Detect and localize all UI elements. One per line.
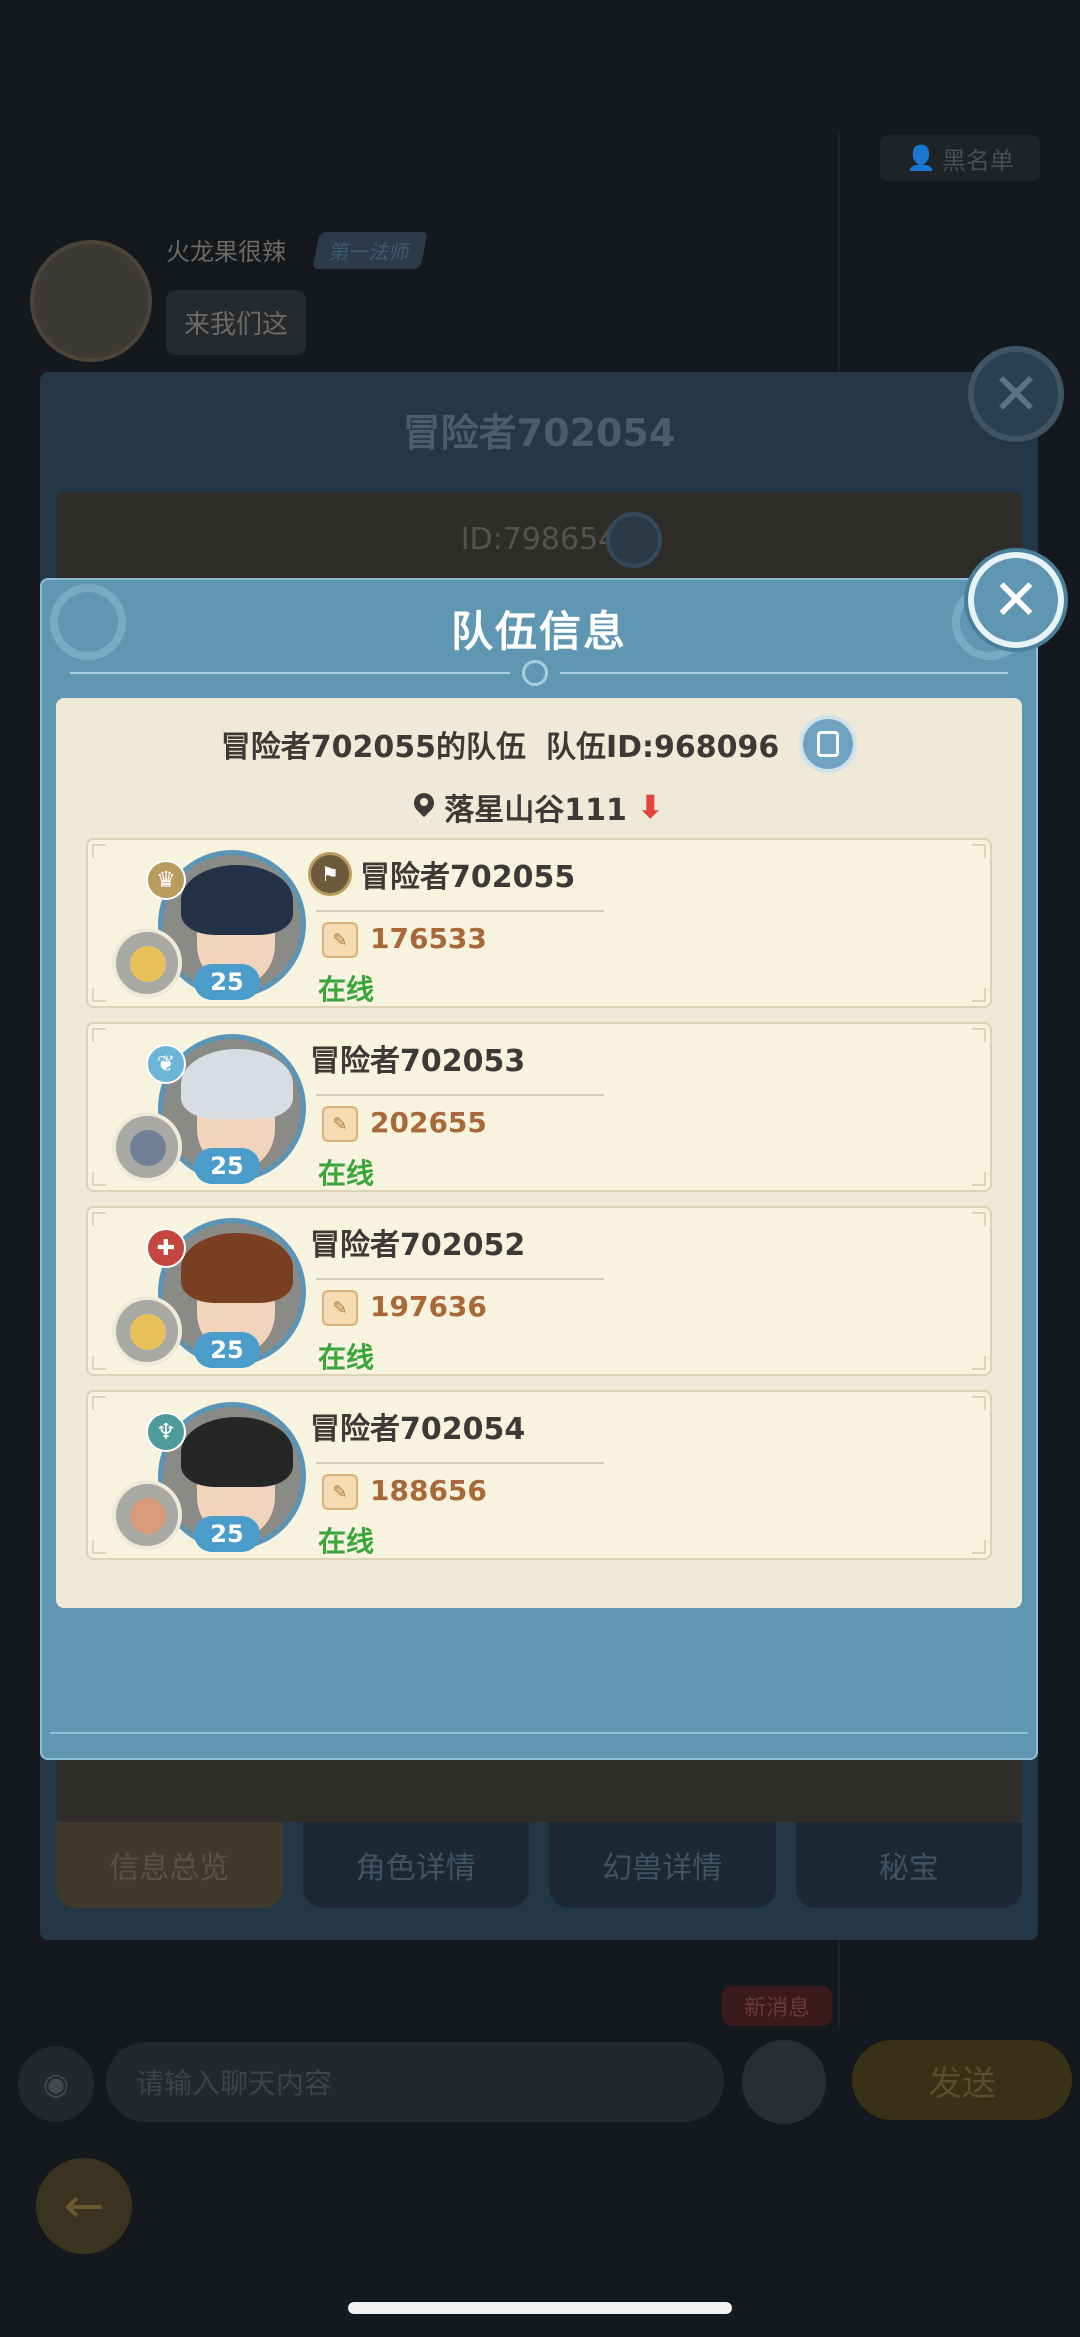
chat-sender-name: 火龙果很辣 xyxy=(166,238,286,266)
level-badge: 25 xyxy=(194,964,260,1000)
new-message-badge[interactable]: 新消息 xyxy=(722,1986,832,2026)
corner-decoration xyxy=(972,1540,986,1554)
blacklist-button[interactable]: 👤 黑名单 xyxy=(880,135,1040,181)
member-power: 202655 xyxy=(370,1106,487,1139)
modal-title: 队伍信息 xyxy=(450,607,627,656)
member-name: 冒险者702055 xyxy=(360,860,576,895)
power-icon: ✎ xyxy=(322,1290,358,1326)
pet-avatar xyxy=(112,1480,182,1550)
team-id: 队伍ID:968096 xyxy=(545,730,780,765)
send-button[interactable]: 发送 xyxy=(852,2040,1072,2120)
member-name: 冒险者702053 xyxy=(310,1044,526,1079)
corner-decoration xyxy=(92,844,106,858)
chat-input[interactable]: 请输入聊天内容 xyxy=(106,2042,724,2122)
corner-decoration xyxy=(92,988,106,1002)
member-status: 在线 xyxy=(318,1525,375,1558)
corner-decoration xyxy=(972,844,986,858)
member-row[interactable]: ❦ 25 冒险者702053 ✎ 202655 在线 xyxy=(86,1022,992,1192)
corner-decoration xyxy=(972,1212,986,1226)
location-pin-icon xyxy=(414,793,434,821)
pet-avatar xyxy=(112,1296,182,1366)
title-divider xyxy=(560,672,1008,674)
location-name: 落星山谷111 xyxy=(444,793,627,828)
corner-decoration xyxy=(972,988,986,1002)
copy-id-icon[interactable] xyxy=(606,512,662,568)
player-panel-tabs: 信息总览 角色详情 幻兽详情 秘宝 xyxy=(56,1822,1022,1912)
team-card: 冒险者702055的队伍 队伍ID:968096 落星山谷111 ⬇ ♛ 25 ⚑ 冒… xyxy=(56,698,1022,1608)
user-icon: 👤 xyxy=(906,144,936,172)
member-row[interactable]: ✚ 25 冒险者702052 ✎ 197636 在线 xyxy=(86,1206,992,1376)
member-power: 188656 xyxy=(370,1474,487,1507)
chat-sender-tag: 第一法师 xyxy=(312,232,428,269)
corner-decoration xyxy=(92,1356,106,1370)
pet-avatar xyxy=(112,928,182,998)
member-divider xyxy=(316,1462,604,1464)
chat-message: 来我们这 xyxy=(166,290,307,355)
corner-decoration xyxy=(972,1356,986,1370)
power-icon: ✎ xyxy=(322,922,358,958)
class-icon: ❦ xyxy=(146,1044,186,1084)
corner-decoration xyxy=(972,1172,986,1186)
member-power: 176533 xyxy=(370,922,487,955)
pet-avatar xyxy=(112,1112,182,1182)
tab-treasure[interactable]: 秘宝 xyxy=(795,1822,1022,1908)
member-row[interactable]: ♛ 25 ⚑ 冒险者702055 ✎ 176533 在线 xyxy=(86,838,992,1008)
corner-decoration xyxy=(92,1028,106,1042)
member-name: 冒险者702052 xyxy=(310,1228,526,1263)
tab-overview[interactable]: 信息总览 xyxy=(56,1822,283,1908)
close-icon[interactable]: ✕ xyxy=(968,346,1064,442)
team-header: 冒险者702055的队伍 队伍ID:968096 xyxy=(56,714,1022,774)
emoji-icon[interactable] xyxy=(742,2040,826,2124)
class-icon: ♛ xyxy=(146,860,186,900)
power-icon: ✎ xyxy=(322,1106,358,1142)
player-panel-title: 冒险者702054 xyxy=(402,411,676,455)
gear-icon xyxy=(522,660,548,686)
member-divider xyxy=(316,910,604,912)
player-id: ID:798654 xyxy=(460,522,618,557)
power-icon: ✎ xyxy=(322,1474,358,1510)
member-power: 197636 xyxy=(370,1290,487,1323)
title-divider xyxy=(70,672,510,674)
team-info-modal: 队伍信息 冒险者702055的队伍 队伍ID:968096 落星山谷111 ⬇ … xyxy=(40,578,1038,1760)
member-divider xyxy=(316,1094,604,1096)
corner-decoration xyxy=(972,1396,986,1410)
tab-character-details[interactable]: 角色详情 xyxy=(302,1822,529,1908)
corner-decoration xyxy=(92,1396,106,1410)
member-divider xyxy=(316,1278,604,1280)
corner-decoration xyxy=(92,1212,106,1226)
back-arrow-icon[interactable]: ← xyxy=(36,2158,132,2254)
member-name: 冒险者702054 xyxy=(310,1412,526,1447)
member-status: 在线 xyxy=(318,1157,375,1190)
screen: 火龙果很辣 第一法师 来我们这 👤 黑名单 冒险者702054 ID:79865… xyxy=(0,0,1080,2337)
avatar-hair xyxy=(181,1049,293,1119)
chat-avatar xyxy=(30,240,152,362)
close-icon[interactable]: ✕ xyxy=(968,552,1064,648)
corner-decoration xyxy=(92,1172,106,1186)
blacklist-label: 黑名单 xyxy=(941,146,1014,175)
voice-icon[interactable]: ◉ xyxy=(18,2046,94,2122)
tab-beast-details[interactable]: 幻兽详情 xyxy=(549,1822,776,1908)
level-badge: 25 xyxy=(194,1148,260,1184)
home-indicator[interactable] xyxy=(348,2302,732,2314)
copy-icon[interactable] xyxy=(799,715,858,773)
avatar-hair xyxy=(181,865,293,935)
avatar-hair xyxy=(181,1417,293,1487)
level-badge: 25 xyxy=(194,1516,260,1552)
avatar-hair xyxy=(181,1233,293,1303)
corner-decoration xyxy=(92,1540,106,1554)
member-status: 在线 xyxy=(318,973,375,1006)
class-icon: ✚ xyxy=(146,1228,186,1268)
member-row[interactable]: ♆ 25 冒险者702054 ✎ 188656 在线 xyxy=(86,1390,992,1560)
team-location: 落星山谷111 ⬇ xyxy=(56,782,1022,832)
level-badge: 25 xyxy=(194,1332,260,1368)
class-icon: ♆ xyxy=(146,1412,186,1452)
member-status: 在线 xyxy=(318,1341,375,1374)
leader-icon: ⚑ xyxy=(308,852,352,896)
team-name: 冒险者702055的队伍 xyxy=(220,730,526,765)
arrow-down-icon: ⬇ xyxy=(636,788,664,826)
corner-decoration xyxy=(972,1028,986,1042)
